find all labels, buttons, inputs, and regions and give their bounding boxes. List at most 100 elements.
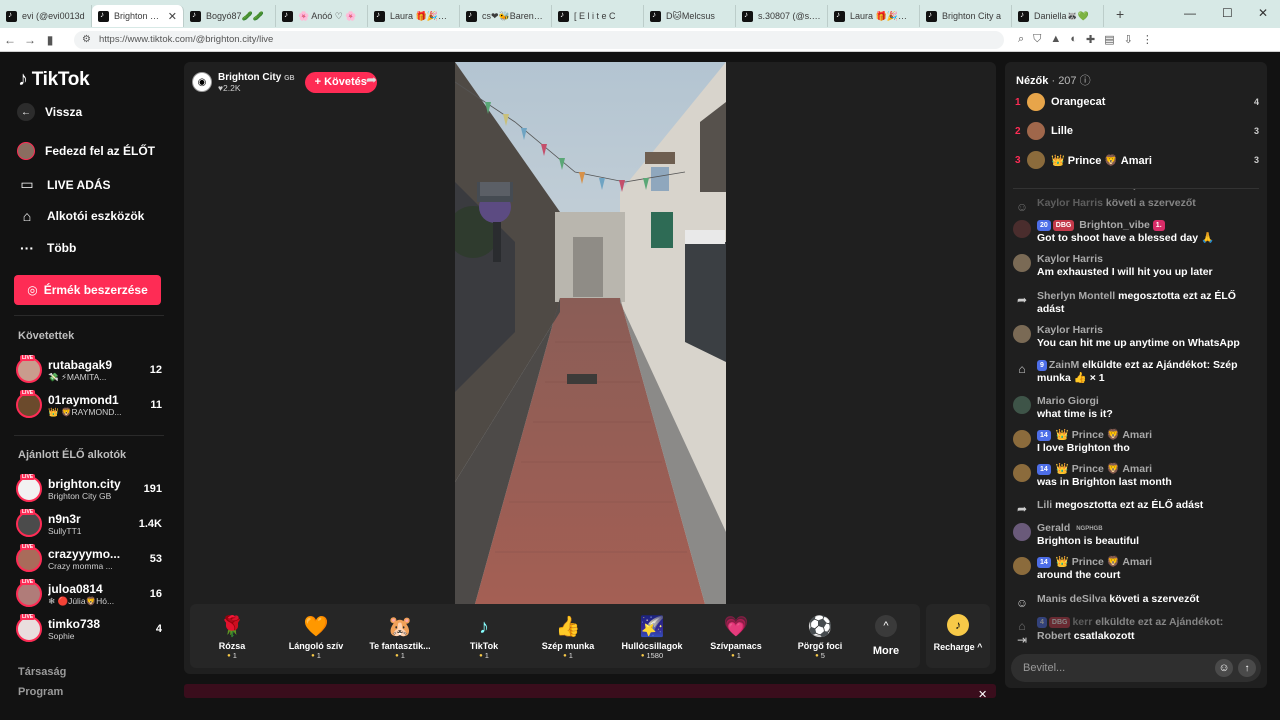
puzzle-icon[interactable]: ✚ [1086, 33, 1095, 46]
avatar[interactable] [1013, 523, 1031, 541]
footer-link-company[interactable]: Társaság [18, 666, 66, 678]
following-item[interactable]: LIVE 01raymond1 👑 🦁RAYMOND... 11 [16, 390, 162, 420]
back-arrow-icon[interactable]: ← [0, 33, 20, 47]
close-window-icon[interactable]: ✕ [1258, 6, 1268, 20]
browser-tab[interactable]: Brighton City ✕ [92, 5, 184, 27]
chat-message: ➦ Sherlyn Montell megosztotta ezt az ÉLŐ… [1013, 290, 1261, 316]
avatar: LIVE [16, 474, 42, 502]
level-badge: 14 [1037, 430, 1051, 441]
avatar[interactable] [1013, 430, 1031, 448]
maximize-icon[interactable]: ☐ [1222, 6, 1233, 20]
browser-tab-title: evi (@evi0013d [22, 11, 85, 21]
tiktok-logo[interactable]: ♪ TikTok [18, 68, 90, 91]
gift-heart-puff[interactable]: 💗 Szívpamacs 1 [694, 613, 778, 660]
top-viewer[interactable]: 2 Lille 3 [1015, 120, 1259, 142]
gift-rose[interactable]: 🌹 Rózsa 1 [190, 613, 274, 660]
divider [14, 435, 164, 436]
browser-tab[interactable]: Laura 🎁🎉🎈 (© [368, 5, 460, 27]
tiktok-favicon-icon [282, 10, 293, 22]
recommended-item[interactable]: LIVE juloa0814 ❄ 🔴Júlia🦁Hó... 16 [16, 579, 162, 609]
browser-tab-title: 🌸 Anóó ♡ 🌸 [298, 10, 357, 21]
recommended-item[interactable]: LIVE brighton.city Brighton City GB 191 [16, 474, 162, 504]
avatar[interactable] [1013, 220, 1031, 238]
avatar[interactable] [1013, 325, 1031, 343]
top-viewer[interactable]: 3 👑 Prince 🦁 Amari 3 [1015, 149, 1259, 171]
url-text[interactable]: https://www.tiktok.com/@brighton.city/li… [99, 34, 273, 45]
avatar[interactable] [1013, 464, 1031, 482]
chat-message: 14 👑 Prince 🦁 Amari I love Brighton tho [1013, 429, 1261, 455]
recharge-button[interactable]: ♪ Recharge ^ [926, 604, 990, 668]
browser-tab[interactable]: Laura 🎁🎉🎈 (© [828, 5, 920, 27]
share-icon: ➦ [1016, 501, 1028, 516]
zoom-icon[interactable]: ⌕ [1018, 33, 1024, 46]
left-sidebar: ♪ TikTok ← Vissza Fedezd fel az ÉLŐT ▭ L… [0, 52, 178, 720]
triangle-icon[interactable]: ▲ [1050, 33, 1061, 46]
top-viewer[interactable]: 1 Orangecat 4 [1015, 91, 1259, 113]
recommended-item[interactable]: LIVE n9n3r SullyTT1 1.4K [16, 509, 162, 539]
browser-tab[interactable]: Daniella🦝💚 [1012, 5, 1104, 27]
gift-heart-me[interactable]: 🧡 Lángoló szív 1 [274, 613, 358, 660]
browser-tab[interactable]: D🐱Melcsus [644, 5, 736, 27]
site-info-icon[interactable]: ⚙ [82, 34, 91, 45]
footer-link-program[interactable]: Program [18, 686, 63, 698]
gift-shooting-stars[interactable]: 🌠 Hullócsillagok 1580 [610, 613, 694, 660]
level-badge: 4 [1037, 617, 1047, 628]
nav-live-broadcast[interactable]: ▭ LIVE ADÁS [17, 176, 110, 193]
extension-icons: ⌕ ⛉ ▲ ◐ ✚ ▤ ⇩ ⋮ [1018, 33, 1153, 46]
back-link[interactable]: ← Vissza [17, 103, 82, 121]
nav-explore-live[interactable]: Fedezd fel az ÉLŐT [17, 142, 155, 160]
menu-icon[interactable]: ⋮ [1142, 33, 1153, 46]
recommended-title: Ajánlott ÉLŐ alkotók [18, 449, 127, 461]
avatar[interactable] [1013, 396, 1031, 414]
get-coins-button[interactable]: ◎ Érmék beszerzése [14, 275, 161, 305]
minimize-icon[interactable]: — [1184, 6, 1196, 20]
recommended-item[interactable]: LIVE timko738 Sophie 4 [16, 614, 162, 644]
gift-good-job[interactable]: 👍 Szép munka 1 [526, 613, 610, 660]
rank-badge: 1. [1152, 220, 1165, 231]
browser-tab-title: Brighton City [114, 11, 163, 21]
nav-more[interactable]: ··· Több [17, 240, 76, 256]
share-icon[interactable]: ➦ [366, 72, 377, 88]
avatar[interactable] [1013, 254, 1031, 272]
street-scene-image [455, 62, 726, 604]
gift-spinning-ball[interactable]: ⚽ Pörgő foci 5 [778, 613, 862, 660]
forward-arrow-icon[interactable]: → [20, 33, 40, 47]
extension-icon[interactable]: ◐ [1070, 33, 1077, 46]
new-tab-button[interactable]: + [1116, 6, 1124, 22]
host-name[interactable]: Brighton City [218, 72, 281, 83]
host-avatar[interactable]: ◉ [192, 72, 212, 92]
download-icon[interactable]: ⇩ [1124, 33, 1133, 46]
nav-creator-tools[interactable]: ⌂ Alkotói eszközök [17, 208, 145, 224]
recommended-item[interactable]: LIVE crazyyymo... Crazy momma ... 53 [16, 544, 162, 574]
avatar[interactable] [1013, 557, 1031, 575]
gift-tiktok[interactable]: ♪ TikTok 1 [442, 613, 526, 660]
info-icon[interactable]: ⓘ [1080, 75, 1091, 87]
live-video[interactable] [455, 62, 726, 604]
send-icon[interactable]: ↑ [1238, 659, 1256, 677]
chat-message: 20 DBG Brighton_vibe 1. Got to shoot have… [1013, 219, 1261, 245]
avatar: LIVE [16, 544, 42, 572]
chat-message: ⌂ 9 ZainM elküldte ezt az Ajándékot: Szép… [1013, 359, 1261, 385]
following-item[interactable]: LIVE rutabagak9 💸 ⚡MAMITA... 12 [16, 355, 162, 385]
browser-tab[interactable]: evi (@evi0013d [0, 5, 92, 27]
more-gifts-button[interactable]: ^ More [862, 615, 910, 657]
shield-icon[interactable]: ⛉ [1033, 33, 1041, 46]
close-tab-icon[interactable]: ✕ [168, 10, 177, 23]
avatar: LIVE [16, 579, 42, 607]
level-badge: 14 [1037, 557, 1051, 568]
sidebar-icon[interactable]: ▤ [1104, 33, 1114, 46]
address-bar[interactable]: ⚙ https://www.tiktok.com/@brighton.city/… [74, 30, 1004, 49]
emoji-icon[interactable]: ☺ [1215, 659, 1233, 677]
bookmark-icon[interactable]: ▮ [40, 33, 60, 47]
close-icon[interactable]: ✕ [978, 688, 987, 701]
browser-tab[interactable]: Bogyó87🥒🥒 [184, 5, 276, 27]
browser-tab[interactable]: Brighton City a [920, 5, 1012, 27]
browser-tab[interactable]: cs❤🐝Barenka🌷 [460, 5, 552, 27]
browser-tab[interactable]: s.30807 (@s.30 [736, 5, 828, 27]
bottom-banner [184, 684, 996, 698]
tiktok-favicon-icon [190, 10, 201, 22]
gift-youre-awesome[interactable]: 🐹 Te fantasztik... 1 [358, 613, 442, 660]
browser-tab[interactable]: [ E l i t e C [552, 5, 644, 27]
browser-tab[interactable]: 🌸 Anóó ♡ 🌸 [276, 5, 368, 27]
viewers-header[interactable]: Nézők · 207 ⓘ [1016, 72, 1091, 88]
